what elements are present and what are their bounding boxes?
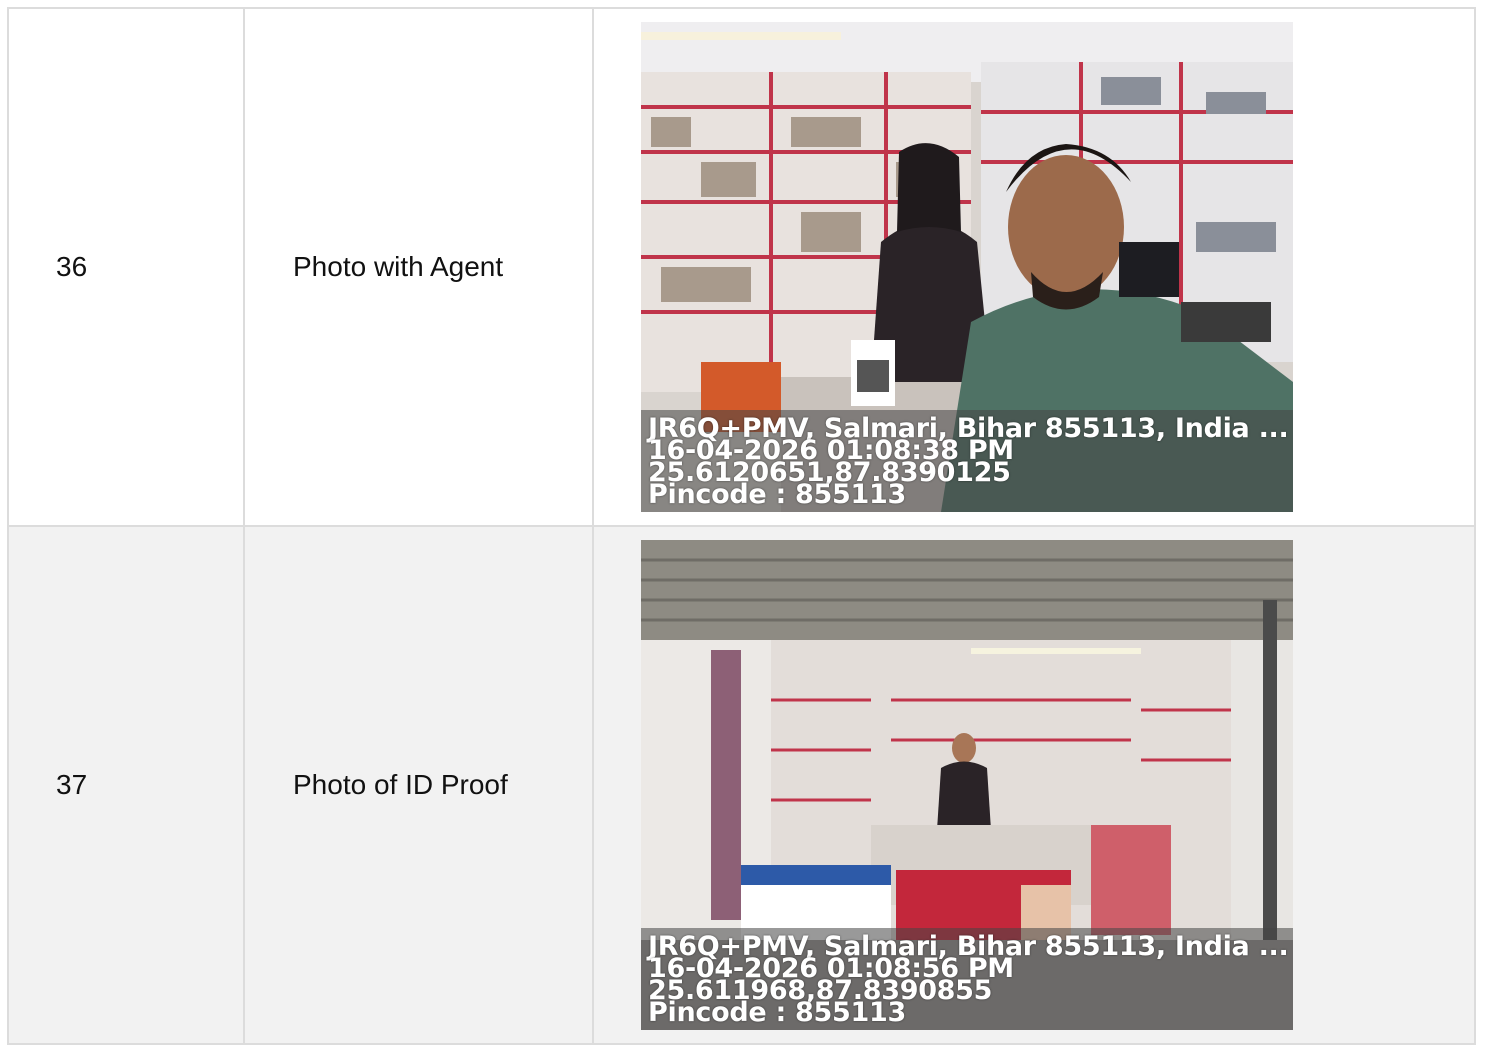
table-row: 36 Photo with Agent JR6Q+PMV, Salmari, B… [9,9,1476,527]
row-number: 37 [9,527,245,1043]
photo-cell: JR6Q+PMV, Salmari, Bihar 855113, India .… [594,9,1476,525]
row-label: Photo of ID Proof [245,527,594,1043]
shop-front-photo: JR6Q+PMV, Salmari, Bihar 855113, India .… [641,540,1293,1030]
row-label: Photo with Agent [245,9,594,525]
photo-table: 36 Photo with Agent JR6Q+PMV, Salmari, B… [7,7,1476,1045]
agent-selfie-photo: JR6Q+PMV, Salmari, Bihar 855113, India .… [641,22,1293,512]
table-row: 37 Photo of ID Proof JR6Q+PMV, Salmari, … [9,527,1476,1045]
geotag-overlay: JR6Q+PMV, Salmari, Bihar 855113, India .… [641,928,1293,1030]
row-number: 36 [9,9,245,525]
geotag-overlay: JR6Q+PMV, Salmari, Bihar 855113, India .… [641,410,1293,512]
photo-cell: JR6Q+PMV, Salmari, Bihar 855113, India .… [594,527,1476,1043]
